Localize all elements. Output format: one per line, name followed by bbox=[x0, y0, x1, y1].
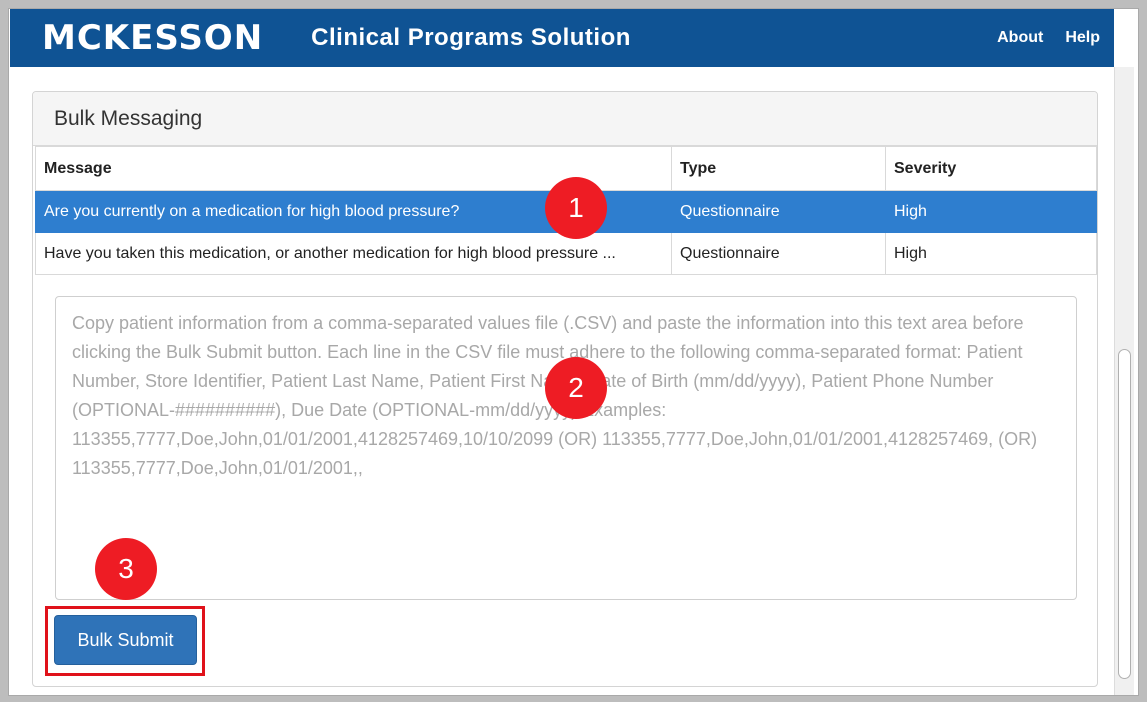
callout-badge-3: 3 bbox=[95, 538, 157, 600]
bulk-submit-button[interactable]: Bulk Submit bbox=[54, 615, 197, 665]
help-link[interactable]: Help bbox=[1065, 29, 1100, 47]
row-severity[interactable]: High bbox=[885, 232, 1097, 275]
about-link[interactable]: About bbox=[997, 29, 1043, 47]
callout-badge-1: 1 bbox=[545, 177, 607, 239]
row-type[interactable]: Questionnaire bbox=[671, 232, 886, 275]
panel-title: Bulk Messaging bbox=[33, 92, 1097, 146]
callout-badge-2: 2 bbox=[545, 357, 607, 419]
header-nav: About Help bbox=[997, 29, 1100, 47]
app-title: Clinical Programs Solution bbox=[311, 24, 631, 51]
row-type[interactable]: Questionnaire bbox=[671, 190, 886, 233]
patient-csv-textarea[interactable]: Copy patient information from a comma-se… bbox=[55, 296, 1077, 600]
top-navbar: MCKESSON Clinical Programs Solution Abou… bbox=[10, 9, 1114, 67]
column-header-severity[interactable]: Severity bbox=[885, 146, 1097, 191]
mckesson-logo: MCKESSON bbox=[42, 18, 264, 58]
row-severity[interactable]: High bbox=[885, 190, 1097, 233]
vertical-scrollbar[interactable] bbox=[1114, 67, 1134, 695]
scrollbar-thumb[interactable] bbox=[1118, 349, 1131, 679]
column-header-type[interactable]: Type bbox=[671, 146, 886, 191]
table-row[interactable]: Have you taken this medication, or anoth… bbox=[35, 232, 1097, 275]
